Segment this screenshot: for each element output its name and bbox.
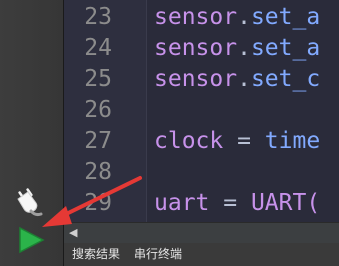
code-line[interactable]: 24 sensor.set_a	[64, 33, 339, 64]
code-token: sensor	[154, 4, 238, 30]
code-line[interactable]: 29 uart = UART(	[64, 188, 339, 219]
horizontal-scrollbar[interactable]: ◀	[64, 222, 339, 243]
code-text: uart = UART(	[154, 188, 320, 219]
code-line[interactable]: 27 clock = time	[64, 126, 339, 157]
code-token: time	[264, 128, 321, 154]
line-number: 24	[84, 35, 112, 61]
play-icon[interactable]	[17, 226, 45, 254]
code-token: set_c	[250, 66, 321, 92]
code-line[interactable]: 25 sensor.set_c	[64, 64, 339, 95]
code-token: UART(	[250, 190, 321, 216]
bottom-panel-tabs: 搜索结果 串行终端	[64, 243, 339, 266]
line-number: 26	[84, 97, 112, 123]
code-editor[interactable]: 23 sensor.set_a 24 sensor.set_a 25 sensor.set…	[64, 0, 339, 222]
tab-serial-terminal[interactable]: 串行终端	[134, 243, 182, 266]
code-text: sensor.set_c	[154, 64, 320, 95]
line-number: 27	[84, 128, 112, 154]
code-token: =	[223, 128, 265, 154]
code-token: .	[237, 35, 251, 61]
line-number: 28	[84, 159, 112, 185]
code-line[interactable]: 23 sensor.set_a	[64, 2, 339, 33]
code-token: sensor	[154, 66, 238, 92]
code-text: clock = time	[154, 126, 320, 157]
code-text: sensor.set_a	[154, 33, 320, 64]
code-token: .	[237, 66, 251, 92]
code-token: set_a	[250, 4, 321, 30]
code-token: sensor	[154, 35, 238, 61]
code-token: uart	[154, 190, 210, 216]
code-token: clock	[154, 128, 224, 154]
code-token: .	[237, 4, 251, 30]
plug-icon[interactable]	[14, 186, 46, 218]
line-number: 25	[84, 66, 112, 92]
code-line[interactable]: 28	[64, 157, 339, 188]
code-token: =	[209, 190, 251, 216]
code-line[interactable]: 26	[64, 95, 339, 126]
code-text: sensor.set_a	[154, 2, 320, 33]
line-number: 29	[84, 190, 112, 216]
code-token: set_a	[250, 35, 321, 61]
tab-search-results[interactable]: 搜索结果	[72, 243, 120, 266]
scroll-left-arrow-icon[interactable]: ◀	[69, 227, 77, 239]
line-number: 23	[84, 4, 112, 30]
left-toolbar	[0, 0, 64, 266]
